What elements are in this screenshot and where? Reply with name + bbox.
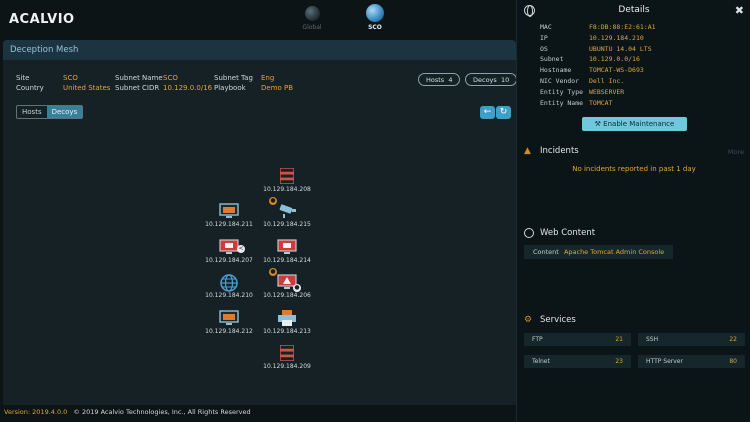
country-label: Country [16,84,44,92]
detail-row: Subnet 10.129.0.0/16 [540,55,640,64]
node-10-129-184-209[interactable]: 10.129.184.209 [257,345,317,370]
incidents-more-link[interactable]: More [728,148,744,156]
detail-row: Entity Name TOMCAT [540,98,613,107]
globe-icon [524,228,534,238]
globe-icon [366,4,384,22]
subnet-name-label: Subnet Name [115,74,163,82]
bell-icon: ▲ [524,146,531,156]
node-10-129-184-212[interactable]: 10.129.184.212 [199,310,259,335]
node-ip: 10.129.184.211 [205,221,253,228]
node-ip: 10.129.184.208 [263,186,311,193]
footer: Version: 2019.4.0.0 © 2019 Acalvio Techn… [4,408,251,416]
gear-icon: ⚙ [524,315,533,325]
service-item: Telnet 23 [524,355,631,368]
deception-mesh-panel: Deception Mesh Site Country SCO United S… [3,40,518,405]
details-title: Details [618,5,650,15]
detail-row: NIC Vendor Dell Inc. [540,76,625,85]
node-ip: 10.129.184.213 [263,328,311,335]
details-list: MAC F8:DB:88:E2:61:A1 IP 10.129.184.210 OS… [540,22,656,108]
web-content-chip: Content Apache Tomcat Admin Console [524,245,674,259]
node-10-129-184-210[interactable]: 10.129.184.210 [199,274,259,299]
incidents-header: ▲ Incidents [524,146,579,156]
enable-maintenance-button[interactable]: ⚒ Enable Maintenance [582,117,687,131]
subnet-cidr-value: 10.129.0.0/16 [163,84,213,92]
node-10-129-184-211[interactable]: 10.129.184.211 [199,203,259,228]
playbook-value: Demo PB [261,84,294,92]
warning-monitor-icon: ● ● [269,268,301,292]
detail-row: Hostname TOMCAT-WS-D693 [540,66,644,75]
hosts-count-pill[interactable]: Hosts 4 [418,73,461,86]
tab-decoys[interactable]: Decoys [46,106,83,118]
subnet-cidr-label: Subnet CIDR [115,84,160,92]
node-ip: 10.129.184.209 [263,363,311,370]
camera-icon: ● [269,197,297,219]
hosts-pill-count: 4 [448,76,453,84]
view-toggle: Hosts Decoys [16,105,84,119]
nav-sco[interactable]: SCO [355,4,395,31]
nav-global-label: Global [302,24,322,31]
copyright-text: © 2019 Acalvio Technologies, Inc., All R… [73,408,251,416]
node-ip: 10.129.184.206 [263,292,311,299]
nav-global[interactable]: Global [292,6,332,31]
country-value: United States [63,84,111,92]
wrench-icon: ⚒ [594,120,601,128]
incidents-message: No incidents reported in past 1 day [572,165,696,173]
server-icon [277,345,297,361]
detail-row: IP 10.129.184.210 [540,33,644,42]
share-icon: ≺ [237,245,245,253]
top-bar: ACALVIO Global SCO [0,0,516,40]
refresh-button[interactable]: ↻ [496,106,511,119]
node-10-129-184-215[interactable]: ● 10.129.184.215 [257,197,317,228]
subnet-name-value: SCO [163,74,178,82]
decoys-count-pill[interactable]: Decoys 10 [465,73,518,86]
globe-icon [304,6,320,21]
node-10-129-184-207[interactable]: ≺ 10.129.184.207 [199,239,259,264]
panel-title: Deception Mesh [3,40,516,60]
service-item: FTP 21 [524,333,631,346]
subnet-tag-label: Subnet Tag [214,74,253,82]
node-ip: 10.129.184.215 [263,221,311,228]
node-10-129-184-213[interactable]: 10.129.184.213 [257,310,317,335]
node-10-129-184-208[interactable]: 10.129.184.208 [257,168,317,193]
node-ip: 10.129.184.210 [205,292,253,299]
back-button[interactable]: ← [480,106,495,119]
monitor-icon [277,239,297,255]
playbook-label: Playbook [214,84,246,92]
subnet-tag-value: Eng [261,74,275,82]
version-text: Version: 2019.4.0.0 [4,408,68,416]
site-value: SCO [63,74,78,82]
node-ip: 10.129.184.207 [205,257,253,264]
tab-hosts[interactable]: Hosts [17,106,47,118]
nav-sco-label: SCO [368,24,382,31]
bell-icon: ● [269,268,277,276]
node-10-129-184-214[interactable]: 10.129.184.214 [257,239,317,264]
lock-icon: ● [293,284,301,292]
details-panel: Details ✖ MAC F8:DB:88:E2:61:A1 IP 10.129.… [516,0,750,422]
server-icon [277,168,297,184]
acalvio-logo: ACALVIO [9,12,75,27]
node-10-129-184-206[interactable]: ● ● 10.129.184.206 [257,268,317,299]
detail-row: OS UBUNTU 14.04 LTS [540,44,652,53]
bell-icon: ● [269,197,277,205]
close-icon[interactable]: ✖ [735,4,744,17]
printer-icon [277,310,297,326]
service-item: SSH 22 [638,333,745,346]
service-item: HTTP Server 80 [638,355,745,368]
hosts-pill-label: Hosts [426,76,445,84]
monitor-icon [219,310,239,326]
decoys-pill-label: Decoys [473,76,497,84]
monitor-icon: ≺ [219,239,245,255]
detail-row: MAC F8:DB:88:E2:61:A1 [540,23,656,31]
arrow-left-icon: ← [483,107,492,117]
decoys-pill-count: 10 [500,76,510,84]
refresh-icon: ↻ [499,107,508,117]
monitor-icon [219,203,239,219]
globe-icon [219,274,239,292]
services-header: ⚙ Services [524,315,576,325]
node-ip: 10.129.184.214 [263,257,311,264]
detail-row: Entity Type WEBSERVER [540,87,625,96]
web-content-header: Web Content [524,228,595,238]
node-ip: 10.129.184.212 [205,328,253,335]
site-label: Site [16,74,30,82]
